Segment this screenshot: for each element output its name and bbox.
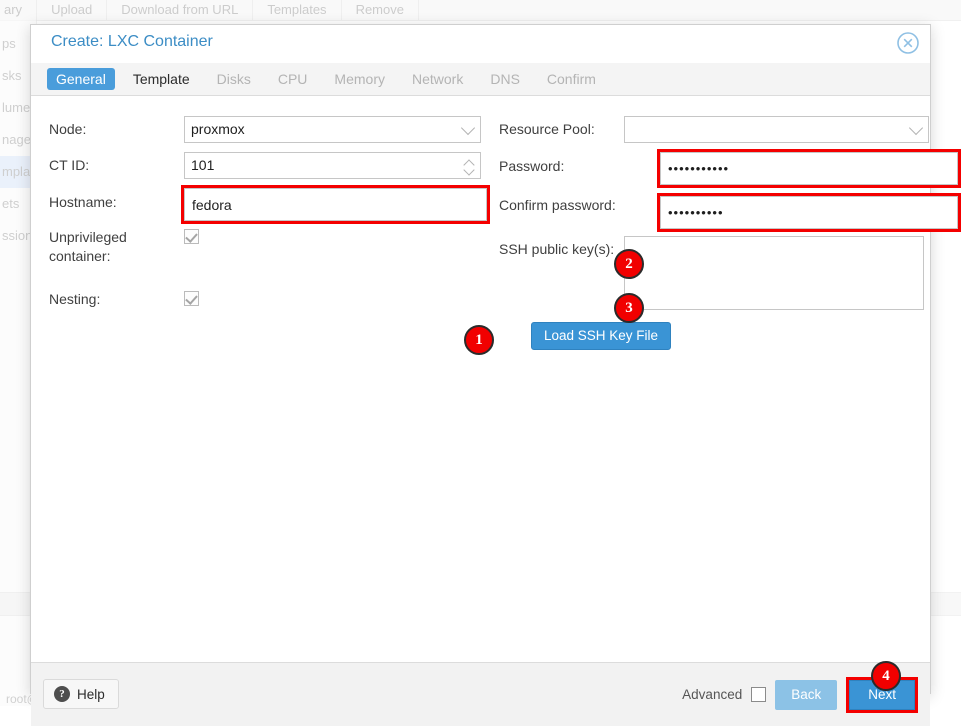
- field-confirm-password: Confirm password: ••••••••••: [499, 193, 961, 232]
- hostname-value: fedora: [192, 197, 232, 213]
- dialog-body: Node: proxmox CT ID: 101 Hostname:: [31, 96, 930, 662]
- spinner-updown-icon[interactable]: [465, 153, 473, 178]
- field-unprivileged-container: Unprivileged container:: [49, 224, 199, 266]
- node-value: proxmox: [191, 121, 245, 137]
- resource-pool-select[interactable]: [624, 116, 929, 143]
- chevron-down-icon: [463, 117, 473, 142]
- password-label: Password:: [499, 149, 657, 175]
- password-value: •••••••••••: [668, 161, 729, 176]
- field-resource-pool: Resource Pool:: [499, 116, 929, 143]
- advanced-label: Advanced: [682, 687, 742, 702]
- resource-pool-label: Resource Pool:: [499, 116, 624, 138]
- ssh-keys-label: SSH public key(s):: [499, 236, 624, 259]
- field-hostname: Hostname: fedora: [49, 185, 490, 224]
- tab-general[interactable]: General: [47, 68, 115, 90]
- annotation-badge-2: 2: [614, 249, 644, 279]
- unprivileged-checkbox[interactable]: [184, 229, 199, 244]
- hostname-input[interactable]: fedora: [184, 188, 487, 221]
- bg-toolbar-item-remove: Remove: [342, 0, 419, 20]
- load-ssh-key-file-button[interactable]: Load SSH Key File: [531, 322, 671, 350]
- dialog-header: Create: LXC Container: [31, 25, 930, 63]
- help-button-label: Help: [77, 687, 105, 702]
- tab-template[interactable]: Template: [124, 68, 199, 90]
- tab-dns: DNS: [481, 68, 529, 90]
- node-select[interactable]: proxmox: [184, 116, 481, 143]
- tab-confirm: Confirm: [538, 68, 605, 90]
- dialog-footer: ? Help Advanced Back Next: [31, 662, 930, 726]
- tab-disks: Disks: [208, 68, 260, 90]
- field-ct-id: CT ID: 101: [49, 152, 481, 179]
- load-ssh-key-file-row: Load SSH Key File: [531, 322, 671, 350]
- tab-network: Network: [403, 68, 472, 90]
- dialog-title: Create: LXC Container: [51, 33, 213, 51]
- confirm-password-label: Confirm password:: [499, 193, 657, 215]
- annotation-badge-3: 3: [614, 293, 644, 323]
- bg-toolbar-item-upload: Upload: [37, 0, 107, 20]
- password-highlight-box: •••••••••••: [657, 149, 961, 188]
- advanced-checkbox[interactable]: [751, 687, 766, 702]
- question-mark-icon: ?: [54, 686, 70, 702]
- nesting-label: Nesting:: [49, 286, 184, 308]
- tab-cpu: CPU: [269, 68, 317, 90]
- tab-memory: Memory: [325, 68, 394, 90]
- close-icon[interactable]: [896, 31, 920, 55]
- confirm-password-highlight-box: ••••••••••: [657, 193, 961, 232]
- ssh-keys-textarea[interactable]: [624, 236, 924, 310]
- confirm-password-input[interactable]: ••••••••••: [660, 196, 958, 229]
- field-ssh-public-keys: SSH public key(s):: [499, 236, 924, 310]
- dialog-tabbar: General Template Disks CPU Memory Networ…: [31, 63, 930, 96]
- confirm-password-value: ••••••••••: [668, 205, 724, 220]
- ct-id-stepper[interactable]: 101: [184, 152, 481, 179]
- bg-toolbar-item-library: ary: [0, 0, 37, 20]
- nesting-checkbox[interactable]: [184, 291, 199, 306]
- bg-toolbar-item-download-from-url: Download from URL: [107, 0, 253, 20]
- field-node: Node: proxmox: [49, 116, 481, 143]
- background-toolbar: ary Upload Download from URL Templates R…: [0, 0, 961, 21]
- hostname-highlight-box: fedora: [181, 185, 490, 224]
- ct-id-label: CT ID:: [49, 152, 184, 174]
- help-button[interactable]: ? Help: [43, 679, 119, 709]
- back-button[interactable]: Back: [775, 680, 837, 710]
- annotation-badge-4: 4: [871, 661, 901, 691]
- field-nesting: Nesting:: [49, 286, 199, 308]
- annotation-badge-1: 1: [464, 325, 494, 355]
- ct-id-value: 101: [191, 157, 214, 173]
- hostname-label: Hostname:: [49, 185, 181, 211]
- password-input[interactable]: •••••••••••: [660, 152, 958, 185]
- bg-toolbar-item-templates: Templates: [253, 0, 341, 20]
- unprivileged-label: Unprivileged container:: [49, 224, 184, 266]
- create-lxc-container-dialog: Create: LXC Container General Template D…: [30, 24, 931, 694]
- chevron-down-icon: [911, 117, 921, 142]
- field-password: Password: •••••••••••: [499, 149, 961, 188]
- node-label: Node:: [49, 116, 184, 138]
